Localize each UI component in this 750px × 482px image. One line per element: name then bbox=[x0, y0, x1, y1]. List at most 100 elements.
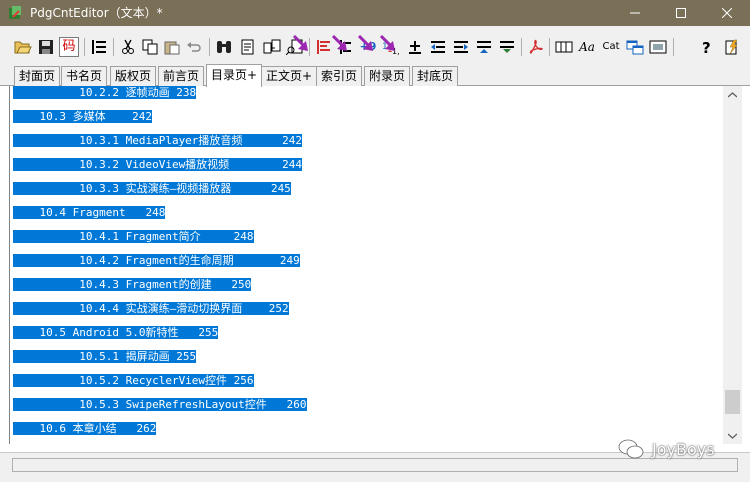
toc-line[interactable]: 10.4.2 Fragment的生命周期 249 bbox=[13, 254, 300, 267]
minimize-icon bbox=[630, 12, 640, 14]
scroll-thumb[interactable] bbox=[725, 390, 740, 414]
page-link-icon bbox=[263, 39, 281, 54]
folder-open-icon bbox=[14, 41, 32, 54]
toolbar-separator bbox=[113, 38, 114, 56]
toc-line[interactable]: 10.5.2 RecyclerView控件 256 bbox=[13, 374, 254, 387]
page-info-button[interactable] bbox=[238, 37, 258, 57]
about-button[interactable] bbox=[722, 37, 742, 57]
find-button[interactable] bbox=[214, 37, 234, 57]
toolbar-separator bbox=[673, 38, 674, 56]
toc-line[interactable]: 10.4 Fragment 248 bbox=[13, 206, 166, 219]
tab-bar: 封面页 书名页 版权页 前言页 目录页+ 正文页+ 索引页 附录页 封底页 bbox=[0, 64, 750, 87]
toc-line[interactable]: 10.4.4 实战演练—滑动切换界面 252 bbox=[13, 302, 289, 315]
indent-icon bbox=[454, 41, 468, 53]
copy-icon bbox=[142, 39, 158, 55]
maximize-icon bbox=[676, 8, 686, 18]
toc-line[interactable]: 10.3.1 MediaPlayer播放音频 242 bbox=[13, 134, 303, 147]
pdf-button[interactable] bbox=[526, 37, 546, 57]
pdf-icon bbox=[529, 39, 543, 54]
minimize-button[interactable] bbox=[612, 0, 658, 26]
wechat-icon bbox=[618, 439, 644, 459]
catalog-label: Cat bbox=[602, 41, 620, 52]
indent-left-button[interactable] bbox=[428, 37, 448, 57]
chevron-down-icon bbox=[728, 433, 737, 439]
toc-line[interactable]: 10.5.3 SwipeRefreshLayout控件 260 bbox=[13, 398, 307, 411]
window-tile-icon bbox=[626, 40, 644, 55]
open-button[interactable] bbox=[13, 37, 33, 57]
window-tile-button[interactable] bbox=[625, 37, 645, 57]
help-button[interactable]: ? bbox=[697, 37, 717, 57]
save-button[interactable] bbox=[36, 37, 56, 57]
save-icon bbox=[39, 40, 53, 54]
tab-body[interactable]: 正文页+ bbox=[261, 66, 318, 86]
binoculars-icon bbox=[217, 41, 231, 53]
watermark-text: JoyBoys bbox=[652, 439, 715, 459]
annotation-arrow-icon bbox=[292, 35, 308, 51]
tab-title-page[interactable]: 书名页 bbox=[61, 66, 108, 86]
screenshot-icon bbox=[649, 40, 667, 54]
window-title: PdgCntEditor（文本）* bbox=[30, 6, 163, 20]
lightning-icon bbox=[725, 39, 738, 55]
font-style-button[interactable]: Aa bbox=[577, 37, 597, 57]
toc-line[interactable]: 10.3.3 实战演练—视频播放器 245 bbox=[13, 182, 291, 195]
toolbar-separator bbox=[549, 38, 550, 56]
toc-line[interactable]: 10.4.1 Fragment简介 248 bbox=[13, 230, 254, 243]
tab-copyright[interactable]: 版权页 bbox=[110, 66, 157, 86]
toc-line[interactable]: 10.5.1 揭屏动画 255 bbox=[13, 350, 197, 363]
toc-text-area[interactable]: 10.2.2 逐帧动画 238 10.3 多媒体 242 10.3.1 Medi… bbox=[9, 86, 742, 444]
tab-appendix[interactable]: 附录页 bbox=[364, 66, 411, 86]
toolbar-separator bbox=[209, 38, 210, 56]
catalog-button[interactable]: Cat bbox=[600, 37, 622, 57]
tab-cover[interactable]: 封面页 bbox=[14, 66, 61, 86]
toc-line[interactable]: 10.6 本章小结 262 bbox=[13, 422, 157, 435]
indent-right-button[interactable] bbox=[451, 37, 471, 57]
tab-back-cover[interactable]: 封底页 bbox=[412, 66, 459, 86]
tab-index[interactable]: 索引页 bbox=[316, 66, 363, 86]
close-icon bbox=[722, 8, 732, 18]
move-down-button[interactable] bbox=[497, 37, 517, 57]
plus-level-icon bbox=[409, 41, 421, 54]
chevron-up-icon bbox=[728, 91, 737, 97]
paste-button[interactable] bbox=[162, 37, 182, 57]
annotation-arrow-icon bbox=[331, 35, 347, 51]
scroll-up-button[interactable] bbox=[723, 86, 742, 103]
screenshot-button[interactable] bbox=[648, 37, 668, 57]
toc-line[interactable]: 10.5 Android 5.0新特性 255 bbox=[13, 326, 219, 339]
scroll-down-button[interactable] bbox=[723, 427, 742, 444]
cut-button[interactable] bbox=[118, 37, 138, 57]
toolbar-separator bbox=[84, 38, 85, 56]
app-icon bbox=[9, 6, 21, 19]
move-down-icon bbox=[500, 41, 514, 53]
svg-text:?: ? bbox=[702, 39, 711, 55]
close-button[interactable] bbox=[704, 0, 750, 26]
vertical-scrollbar[interactable] bbox=[723, 86, 742, 444]
move-up-button[interactable] bbox=[474, 37, 494, 57]
level-add-button[interactable] bbox=[405, 37, 425, 57]
help-icon: ? bbox=[702, 39, 711, 55]
toc-line[interactable]: 10.3 多媒体 242 bbox=[13, 110, 152, 123]
font-style-label: Aa bbox=[579, 40, 595, 54]
maximize-button[interactable] bbox=[658, 0, 704, 26]
undo-button[interactable] bbox=[184, 37, 204, 57]
columns-button[interactable] bbox=[554, 37, 574, 57]
bookmark-tree-button[interactable] bbox=[89, 37, 109, 57]
tab-preface[interactable]: 前言页 bbox=[158, 66, 205, 86]
annotation-arrow-icon bbox=[379, 35, 395, 51]
toolbar-separator bbox=[521, 38, 522, 56]
toc-line[interactable]: 10.4.3 Fragment的创建 250 bbox=[13, 278, 252, 291]
undo-icon bbox=[187, 42, 201, 52]
toc-line[interactable]: 10.2.2 逐帧动画 238 bbox=[13, 86, 197, 99]
toc-line[interactable]: 10.3.2 VideoView播放视频 244 bbox=[13, 158, 303, 171]
encoding-label: 码 bbox=[62, 39, 76, 54]
tree-icon bbox=[92, 40, 106, 54]
title-bar: PdgCntEditor（文本）* bbox=[0, 0, 750, 26]
page-link-button[interactable] bbox=[262, 37, 282, 57]
copy-button[interactable] bbox=[140, 37, 160, 57]
scissors-icon bbox=[122, 39, 134, 54]
annotation-arrow-icon bbox=[357, 35, 373, 51]
toolbar: 码 +9 111,1 bbox=[0, 26, 750, 64]
encoding-button[interactable]: 码 bbox=[59, 37, 79, 57]
paste-icon bbox=[164, 41, 180, 55]
move-up-icon bbox=[477, 41, 491, 53]
tab-contents[interactable]: 目录页+ bbox=[206, 64, 263, 87]
